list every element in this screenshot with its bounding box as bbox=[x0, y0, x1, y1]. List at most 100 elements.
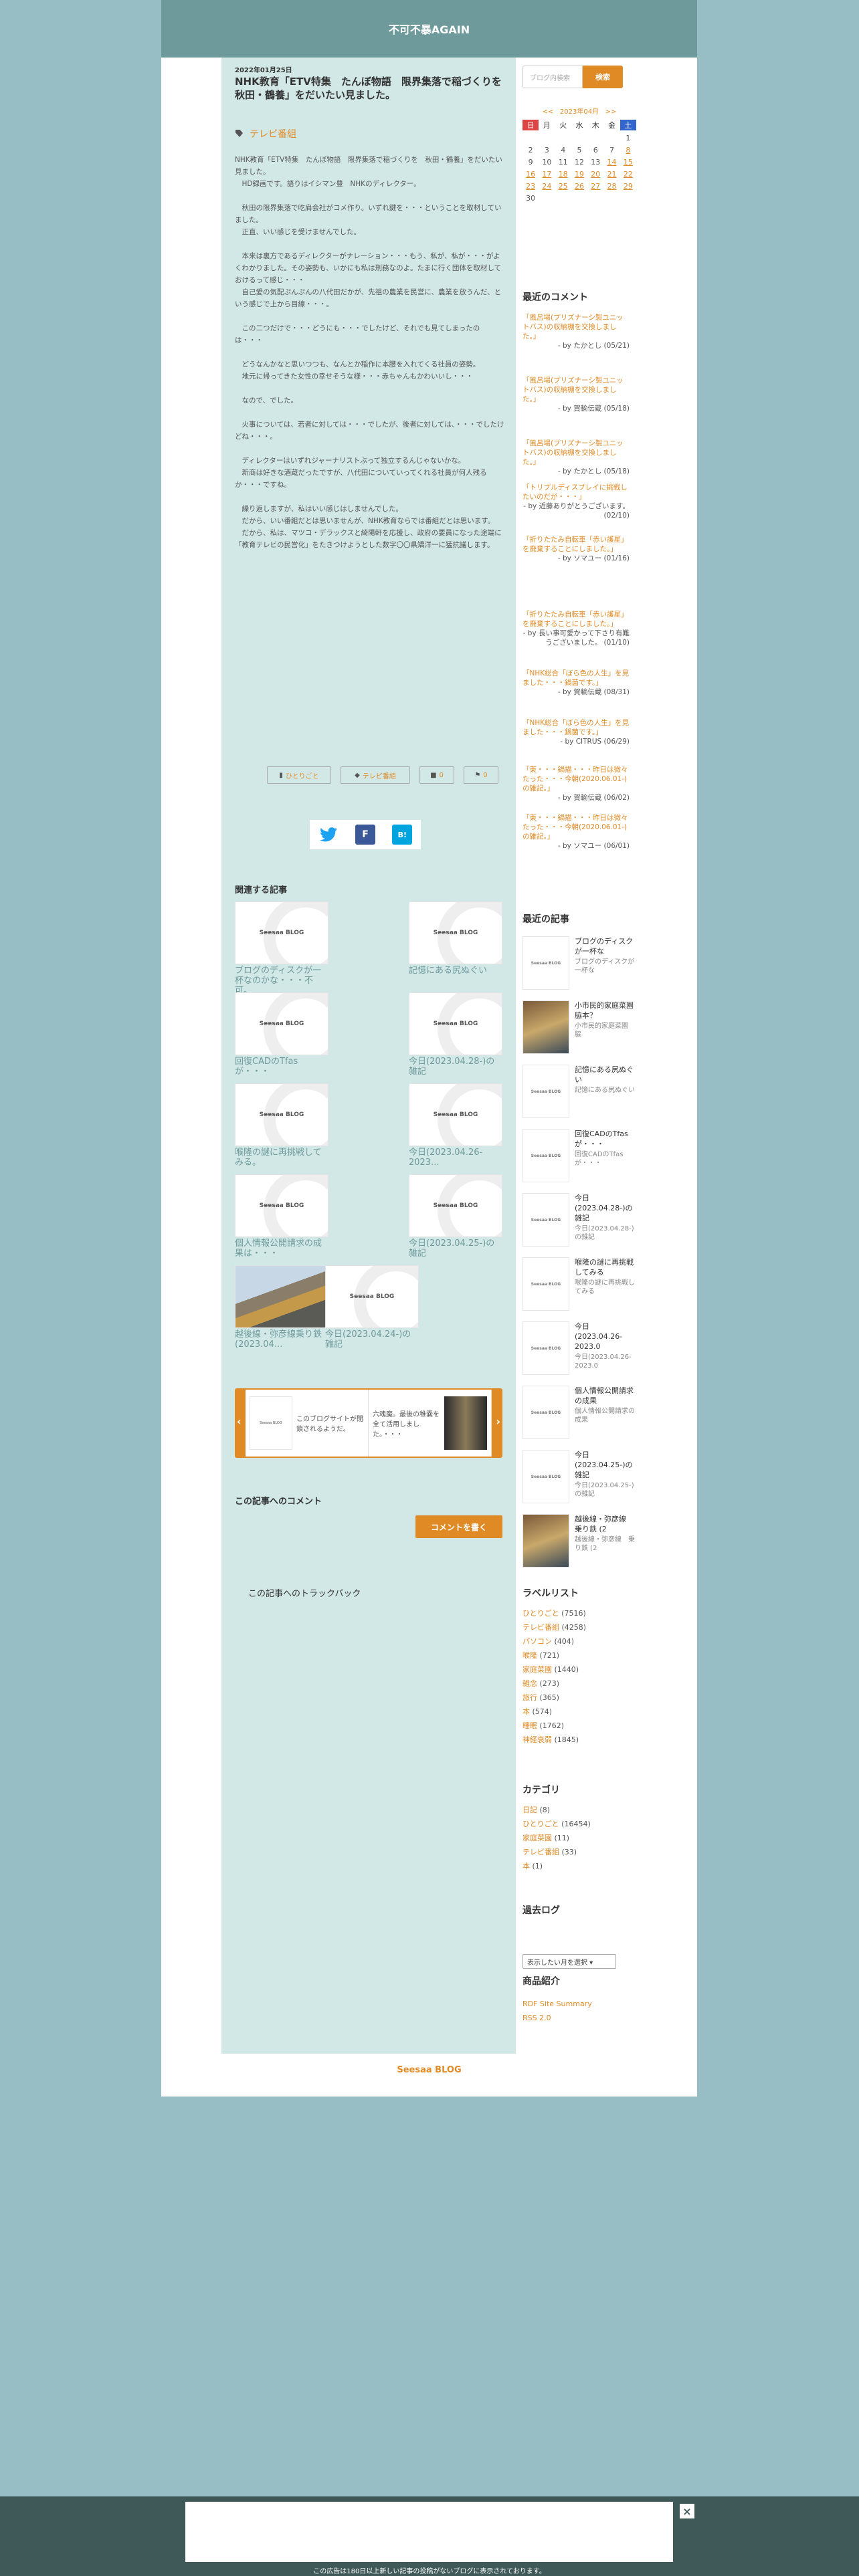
close-icon[interactable]: × bbox=[680, 2504, 694, 2518]
categories-link[interactable]: テレビ番組 bbox=[522, 1848, 559, 1856]
calendar-day: 6 bbox=[593, 146, 598, 154]
related-article[interactable]: Seesaa BLOG 今日(2023.04.28-)の雑記 bbox=[409, 992, 502, 1077]
calendar-day[interactable]: 20 bbox=[587, 170, 603, 179]
labels-link[interactable]: 喉隆 bbox=[522, 1651, 537, 1660]
post-paragraph bbox=[235, 443, 505, 455]
related-article[interactable]: Seesaa BLOG 今日(2023.04.26-2023... bbox=[409, 1083, 502, 1168]
labels-link[interactable]: 本 bbox=[522, 1707, 530, 1716]
labels-link[interactable]: 神経衰弱 bbox=[522, 1735, 552, 1744]
rss-link[interactable]: RSS 2.0 bbox=[522, 2014, 551, 2022]
recent-post[interactable]: Seesaa BLOG 今日(2023.04.28-)の雑記 今日(2023.04.… bbox=[522, 1193, 636, 1251]
comment-count-pill[interactable]: ■ 0 bbox=[419, 766, 454, 784]
recent-post[interactable]: Seesaa BLOG 個人情報公開請求の成果 個人情報公開請求の成果 bbox=[522, 1386, 636, 1443]
related-article[interactable]: Seesaa BLOG ブログのディスクが一杯なのかな・・・不可。 bbox=[235, 901, 328, 996]
related-article[interactable]: Seesaa BLOG 回復CADのTfasが・・・ bbox=[235, 992, 328, 1077]
calendar-next-link[interactable]: >> bbox=[605, 108, 617, 116]
recent-comment-link[interactable]: 「トリプルディスプレイに挑戦したいのだが・・・」 bbox=[522, 483, 630, 502]
recent-post[interactable]: Seesaa BLOG 記憶にある尻ぬぐい 記憶にある尻ぬぐい bbox=[522, 1065, 636, 1122]
recent-comment-link[interactable]: 「折りたたみ自転車「赤い護星」を廃棄することにしました。」 bbox=[522, 610, 630, 629]
facebook-share-button[interactable]: F bbox=[355, 825, 375, 845]
labels-link[interactable]: パソコン bbox=[522, 1637, 552, 1646]
search-button[interactable]: 検索 bbox=[583, 66, 623, 88]
thumb-logo: Seesaa BLOG bbox=[433, 1202, 478, 1209]
rdf-link[interactable]: RDF Site Summary bbox=[522, 2000, 592, 2008]
labels-link[interactable]: 家庭菜園 bbox=[522, 1665, 552, 1674]
categories-link[interactable]: 家庭菜園 bbox=[522, 1834, 552, 1842]
related-article[interactable]: Seesaa BLOG 個人情報公開請求の成果は・・・ bbox=[235, 1174, 328, 1259]
post-category[interactable]: テレビ番組 bbox=[235, 127, 296, 140]
recent-post[interactable]: Seesaa BLOG 回復CADのTfasが・・・ 回復CADのTfasが・・・ bbox=[522, 1129, 636, 1186]
label-pill-tv[interactable]: ◆ テレビ番組 bbox=[341, 766, 410, 784]
write-comment-button[interactable]: コメントを書く bbox=[415, 1515, 502, 1538]
calendar-day[interactable]: 17 bbox=[539, 170, 555, 179]
calendar-day[interactable]: 21 bbox=[603, 170, 619, 179]
chevron-left-icon[interactable]: ‹ bbox=[237, 1415, 242, 1428]
categories-link[interactable]: 日記 bbox=[522, 1806, 537, 1814]
site-title[interactable]: 不可不暴AGAIN bbox=[389, 21, 470, 37]
calendar-day[interactable]: 14 bbox=[603, 158, 619, 167]
recent-comment-link[interactable]: 「風呂場(プリズナーシ製ユニットバス)の収納棚を交換しました。」 bbox=[522, 376, 630, 404]
recent-comment-link[interactable]: 「NHK総合「ぼら色の人生」を見ました・・・鍋菌です。」 bbox=[522, 669, 630, 687]
related-article[interactable]: Seesaa BLOG 今日(2023.04.25-)の雑記 bbox=[409, 1174, 502, 1259]
calendar-day: 13 bbox=[591, 158, 601, 167]
recent-comment-link[interactable]: 「風呂場(プリズナーシ製ユニットバス)の収納棚を交換しました。」 bbox=[522, 313, 630, 341]
calendar-day[interactable]: 8 bbox=[620, 146, 636, 154]
search-input[interactable]: ブログ内検索 bbox=[522, 66, 583, 88]
recent-post-thumb: Seesaa BLOG bbox=[522, 936, 569, 990]
recent-post[interactable]: Seesaa BLOG 喉隆の謎に再挑戦してみる 喉隆の謎に再挑戦してみる bbox=[522, 1257, 636, 1315]
recent-post[interactable]: 小市民的家庭菜園 脇本？ 小市民的家庭菜園 脇 bbox=[522, 1000, 641, 1058]
ad-slot[interactable] bbox=[185, 2502, 673, 2562]
calendar-day[interactable]: 15 bbox=[620, 158, 636, 167]
recent-post[interactable]: Seesaa BLOG ブログのディスクが一杯な ブログのディスクが一杯な bbox=[522, 936, 636, 994]
calendar-day[interactable]: 25 bbox=[555, 182, 571, 191]
related-thumb: Seesaa BLOG bbox=[409, 1083, 502, 1146]
calendar-day[interactable]: 22 bbox=[620, 170, 636, 179]
labels-count: (7516) bbox=[561, 1609, 586, 1618]
slider-item[interactable]: Seesaa BLOG このブログサイトが閉鎖されるようだ。 bbox=[246, 1390, 369, 1457]
recent-comment-link[interactable]: 「東・・・鍋描・・・昨日は微々たった・・・今朝(2020.06.01-)の雑記。… bbox=[522, 813, 630, 841]
labels-link[interactable]: ひとりごと bbox=[522, 1609, 559, 1618]
recent-post[interactable]: 越後線・弥彦線 乗り鉄 (2 越後線・弥彦線 乗り鉄 (2 bbox=[522, 1514, 636, 1572]
labels-link[interactable]: 旅行 bbox=[522, 1693, 537, 1702]
recent-comment: 「折りたたみ自転車「赤い護星」を廃棄することにしました。」 - by 長い事可愛か… bbox=[522, 610, 630, 647]
related-article[interactable]: Seesaa BLOG 記憶にある尻ぬぐい bbox=[409, 901, 502, 976]
slider-item[interactable]: 六魂魔。最後の稚嚢を全て活用しました。・・・ bbox=[369, 1390, 492, 1457]
calendar-day[interactable]: 27 bbox=[587, 182, 603, 191]
twitter-icon bbox=[319, 827, 337, 842]
calendar-day bbox=[539, 194, 555, 203]
recent-comment-link[interactable]: 「NHK総合「ぼら色の人生」を見ました・・・鍋菌です。」 bbox=[522, 718, 630, 737]
categories-link[interactable]: ひとりごと bbox=[522, 1820, 559, 1828]
categories-link[interactable]: 本 bbox=[522, 1862, 530, 1870]
trackback-heading: この記事へのトラックバック bbox=[248, 1589, 361, 1599]
calendar-day[interactable]: 26 bbox=[571, 182, 587, 191]
calendar-day[interactable]: 24 bbox=[539, 182, 555, 191]
related-caption: 記憶にある尻ぬぐい bbox=[409, 966, 488, 976]
calendar-day[interactable]: 18 bbox=[555, 170, 571, 179]
chevron-right-icon[interactable]: › bbox=[496, 1415, 500, 1428]
twitter-share-button[interactable] bbox=[318, 825, 339, 845]
related-article[interactable]: Seesaa BLOG 喉隆の謎に再挑戦してみる。 bbox=[235, 1083, 328, 1168]
calendar-day[interactable]: 23 bbox=[522, 182, 539, 191]
label-pill-hitorigoto[interactable]: ▮ ひとりごと bbox=[267, 766, 331, 784]
calendar-day[interactable]: 19 bbox=[571, 170, 587, 179]
related-article[interactable]: 越後線・弥彦線乗り鉄 (2023.04... bbox=[235, 1265, 328, 1350]
labels-link[interactable]: 睡眠 bbox=[522, 1721, 537, 1730]
calendar-day[interactable]: 28 bbox=[603, 182, 619, 191]
recent-comment-link[interactable]: 「風呂場(プリズナーシ製ユニットバス)の収納棚を交換しました。」 bbox=[522, 439, 630, 467]
thumb-logo: Seesaa BLOG bbox=[433, 1111, 478, 1118]
calendar-prev-link[interactable]: << bbox=[543, 108, 554, 116]
recent-comment-link[interactable]: 「東・・・鍋描・・・昨日は微々たった・・・今朝(2020.06.01-)の雑記。… bbox=[522, 765, 630, 793]
footer-link[interactable]: Seesaa BLOG bbox=[397, 2065, 461, 2075]
calendar-day[interactable]: 29 bbox=[620, 182, 636, 191]
calendar-day[interactable]: 16 bbox=[522, 170, 539, 179]
trackback-count-pill[interactable]: ⚑ 0 bbox=[464, 766, 498, 784]
related-article[interactable]: Seesaa BLOG 今日(2023.04.24-)の雑記 bbox=[325, 1265, 419, 1350]
recent-comment-link[interactable]: 「折りたたみ自転車「赤い護星」を廃棄することにしました。」 bbox=[522, 535, 630, 554]
recent-post[interactable]: Seesaa BLOG 今日(2023.04.26- 2023.0 今日(2023.… bbox=[522, 1321, 638, 1379]
flag-icon: ⚑ bbox=[474, 771, 481, 779]
hatena-share-button[interactable]: B! bbox=[392, 825, 413, 845]
labels-link[interactable]: テレビ番組 bbox=[522, 1623, 559, 1632]
archive-select[interactable]: 表示したい月を選択 ▾ bbox=[522, 1954, 616, 1969]
recent-post[interactable]: Seesaa BLOG 今日(2023.04.25-)の雑記 今日(2023.04.… bbox=[522, 1450, 636, 1507]
labels-link[interactable]: 雑念 bbox=[522, 1679, 537, 1688]
